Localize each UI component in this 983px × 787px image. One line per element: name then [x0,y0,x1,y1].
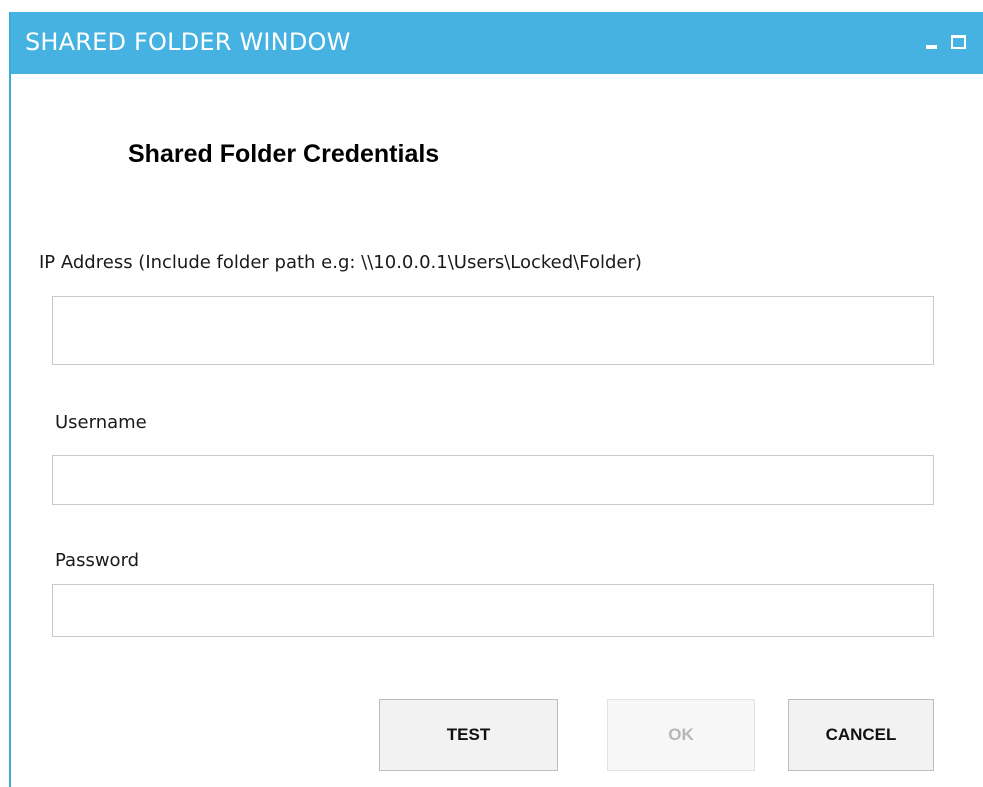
password-input[interactable] [52,584,934,637]
cancel-button[interactable]: CANCEL [788,699,934,771]
title-bar[interactable]: SHARED FOLDER WINDOW [11,12,983,74]
ip-address-input[interactable] [52,296,934,365]
maximize-icon [951,35,966,49]
test-button[interactable]: TEST [379,699,558,771]
ok-button[interactable]: OK [607,699,755,771]
shared-folder-window: SHARED FOLDER WINDOW Shared Folder Crede… [9,12,983,787]
maximize-button[interactable] [949,32,971,54]
username-input[interactable] [52,455,934,505]
ip-address-label: IP Address (Include folder path e.g: \\1… [39,252,642,273]
form-heading: Shared Folder Credentials [128,140,440,168]
minimize-icon [926,45,937,49]
window-title: SHARED FOLDER WINDOW [25,28,351,56]
minimize-button[interactable] [920,32,942,54]
username-label: Username [55,412,147,433]
password-label: Password [55,550,140,571]
